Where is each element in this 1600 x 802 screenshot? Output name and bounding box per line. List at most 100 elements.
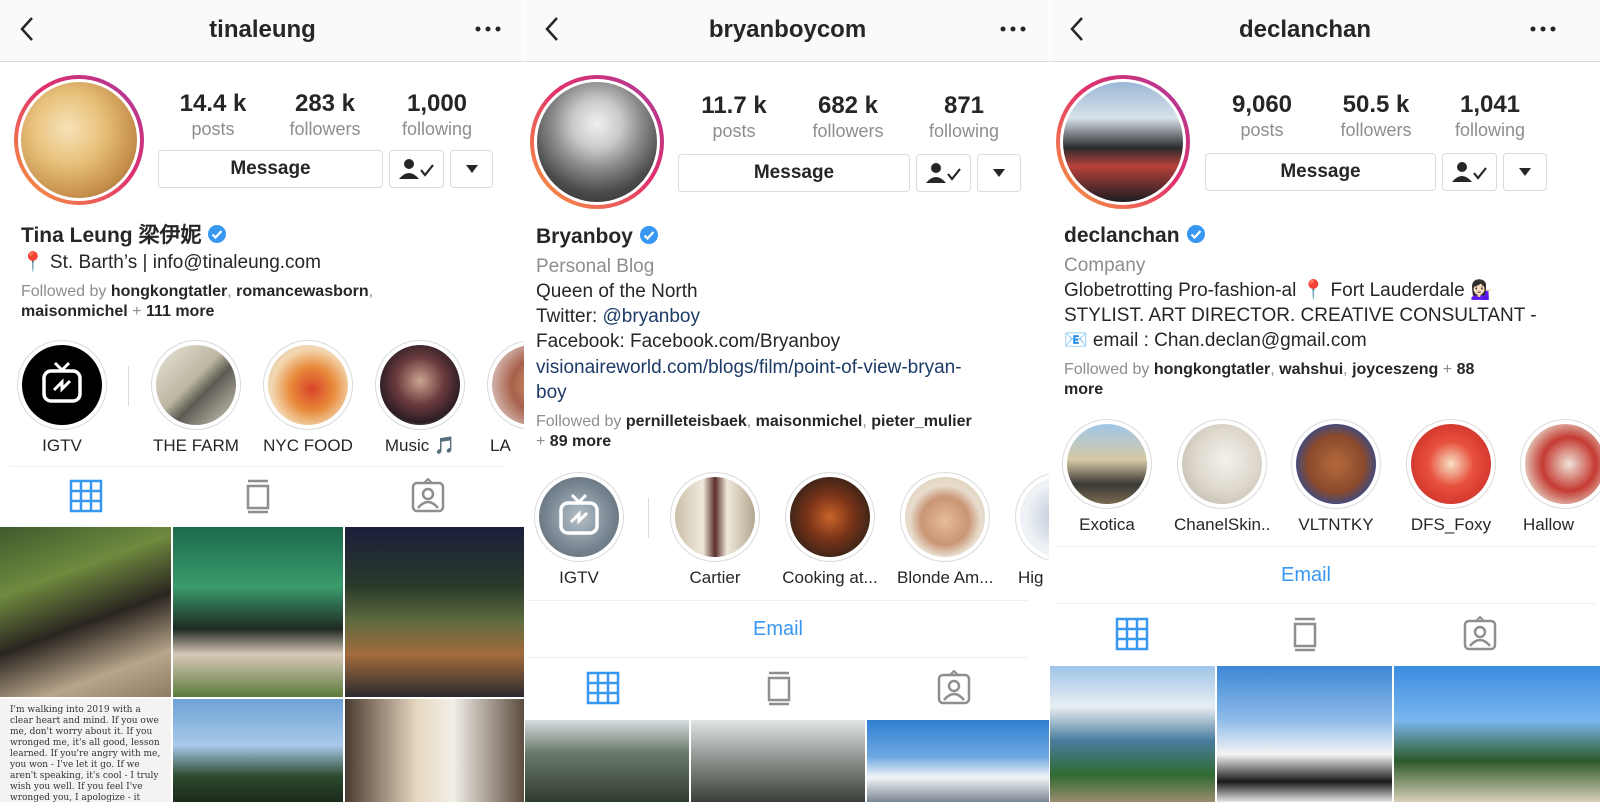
post-thumbnail[interactable]	[345, 527, 525, 697]
following-button[interactable]	[916, 154, 971, 192]
highlight-music[interactable]: Music 🎵	[372, 340, 468, 456]
post-thumbnail[interactable]	[173, 699, 343, 802]
bio-line: STYLIST. ART DIRECTOR. CREATIVE CONSULTA…	[1064, 305, 1537, 326]
person-check-icon	[925, 163, 961, 183]
suggestions-dropdown-button[interactable]	[977, 154, 1021, 192]
highlight-blonde[interactable]: Blonde Am...	[897, 472, 993, 588]
followers-count[interactable]: 283 k followers	[270, 90, 380, 140]
feed-icon[interactable]	[761, 670, 797, 706]
followed-by[interactable]: Followed by hongkongtatler, wahshui, joy…	[1064, 360, 1584, 400]
igtv-icon	[559, 493, 599, 535]
post-thumbnail[interactable]	[0, 527, 171, 697]
post-thumbnail[interactable]	[1050, 666, 1215, 802]
message-button[interactable]: Message	[158, 150, 383, 188]
divider	[10, 466, 505, 467]
posts-count: 14.4 k posts	[179, 90, 247, 139]
message-button[interactable]: Message	[1205, 153, 1436, 191]
profile-panel-bryanboycom: bryanboycom 11.7 k posts 682 k followers 8…	[525, 0, 1050, 802]
highlight-cooking[interactable]: Cooking at...	[782, 472, 878, 588]
highlight-divider	[128, 366, 129, 406]
highlight-cartier[interactable]: Cartier	[667, 472, 763, 588]
suggestions-dropdown-button[interactable]	[450, 150, 493, 188]
following-count[interactable]: 1,041 following	[1435, 91, 1545, 141]
following-count[interactable]: 1,000 following	[382, 90, 492, 140]
post-thumbnail[interactable]	[525, 720, 689, 802]
caret-down-icon	[465, 165, 478, 173]
followers-count[interactable]: 50.5 k followers	[1321, 91, 1431, 141]
highlight-hig[interactable]: Hig	[1012, 472, 1050, 588]
category-label: Company	[1064, 255, 1146, 276]
highlight-divider	[648, 498, 649, 538]
feed-icon[interactable]	[240, 478, 276, 514]
highlight-label: DFS_Foxy	[1410, 515, 1492, 534]
grid-icon[interactable]	[68, 478, 104, 514]
bio-line: 📧 email : Chan.declan@gmail.com	[1064, 330, 1367, 351]
highlight-label: ChanelSkin...	[1174, 515, 1270, 534]
ellipsis-icon[interactable]	[998, 22, 1028, 36]
profile-panel-declanchan: declanchan 9,060 posts 50.5 k followers 1,…	[1050, 0, 1600, 802]
grid-icon[interactable]	[1114, 616, 1150, 652]
verified-badge-icon	[1186, 225, 1205, 243]
email-button[interactable]: Email	[528, 601, 1028, 657]
highlight-label: NYC FOOD	[263, 436, 353, 455]
followers-count[interactable]: 682 k followers	[793, 92, 903, 142]
caret-down-icon	[993, 169, 1005, 177]
person-check-icon	[398, 159, 434, 179]
highlight-label: Hig	[1018, 568, 1044, 587]
verified-badge-icon	[208, 225, 227, 243]
highlight-hallow[interactable]: Hallow	[1517, 419, 1600, 535]
following-count[interactable]: 871 following	[909, 92, 1019, 142]
ellipsis-icon[interactable]	[473, 22, 503, 36]
highlight-igtv[interactable]: IGTV	[14, 340, 110, 456]
grid-icon[interactable]	[585, 670, 621, 706]
bio-line: 📍 St. Barth’s | info@tinaleung.com	[21, 252, 321, 273]
post-thumbnail[interactable]	[1217, 666, 1392, 802]
tagged-icon[interactable]	[410, 478, 446, 514]
caret-down-icon	[1519, 168, 1531, 176]
post-thumbnail-text[interactable]: I'm walking into 2019 with a clear heart…	[0, 699, 171, 802]
following-button[interactable]	[389, 150, 444, 188]
highlight-the-farm[interactable]: THE FARM	[148, 340, 244, 456]
highlight-chanelskin[interactable]: ChanelSkin...	[1174, 419, 1270, 535]
followed-by[interactable]: Followed by pernilleteisbaek, maisonmich…	[536, 412, 1036, 452]
highlight-label: IGTV	[559, 568, 599, 587]
profile-panel-tinaleung: tinaleung 14.4 k posts 283 k followers 1,0…	[0, 0, 525, 802]
ellipsis-icon[interactable]	[1528, 22, 1558, 36]
suggestions-dropdown-button[interactable]	[1503, 153, 1547, 191]
person-check-icon	[1451, 162, 1487, 182]
highlight-igtv[interactable]: IGTV	[531, 472, 627, 588]
tagged-icon[interactable]	[936, 670, 972, 706]
display-name: Tina Leung 梁伊妮	[21, 219, 227, 249]
post-thumbnail[interactable]	[1394, 666, 1600, 802]
post-thumbnail[interactable]	[345, 699, 525, 802]
feed-icon[interactable]	[1287, 616, 1323, 652]
highlight-la[interactable]: LA	[484, 340, 525, 456]
panel-separator	[524, 0, 525, 802]
highlight-vltntky[interactable]: VLTNTKY	[1288, 419, 1384, 535]
post-thumbnail[interactable]	[691, 720, 865, 802]
bio-line: Facebook: Facebook.com/Bryanboy	[536, 331, 841, 352]
avatar[interactable]	[1056, 75, 1190, 209]
following-button[interactable]	[1442, 153, 1497, 191]
twitter-mention-link[interactable]: @bryanboy	[603, 306, 700, 327]
website-link[interactable]: visionaireworld.com/blogs/film/point-of-…	[536, 355, 962, 405]
highlight-nyc-food[interactable]: NYC FOOD	[260, 340, 356, 456]
highlight-label: IGTV	[42, 436, 82, 455]
divider	[1056, 603, 1596, 604]
post-quote-text: I'm walking into 2019 with a clear heart…	[10, 705, 161, 802]
category-label: Personal Blog	[536, 256, 655, 277]
highlight-label: Music 🎵	[384, 436, 456, 455]
highlight-exotica[interactable]: Exotica	[1059, 419, 1155, 535]
post-thumbnail[interactable]	[867, 720, 1050, 802]
email-button[interactable]: Email	[1056, 547, 1556, 603]
tagged-icon[interactable]	[1462, 616, 1498, 652]
username-title: declanchan	[1238, 16, 1372, 43]
post-thumbnail[interactable]	[173, 527, 343, 697]
avatar[interactable]	[530, 75, 664, 209]
highlight-label: Hallow	[1523, 515, 1575, 534]
message-button[interactable]: Message	[678, 154, 910, 192]
avatar[interactable]	[14, 75, 144, 205]
username-title: bryanboycom	[708, 16, 867, 43]
highlight-dfs-foxy[interactable]: DFS_Foxy	[1403, 419, 1499, 535]
followed-by[interactable]: Followed by hongkongtatler, romancewasbo…	[21, 282, 501, 322]
